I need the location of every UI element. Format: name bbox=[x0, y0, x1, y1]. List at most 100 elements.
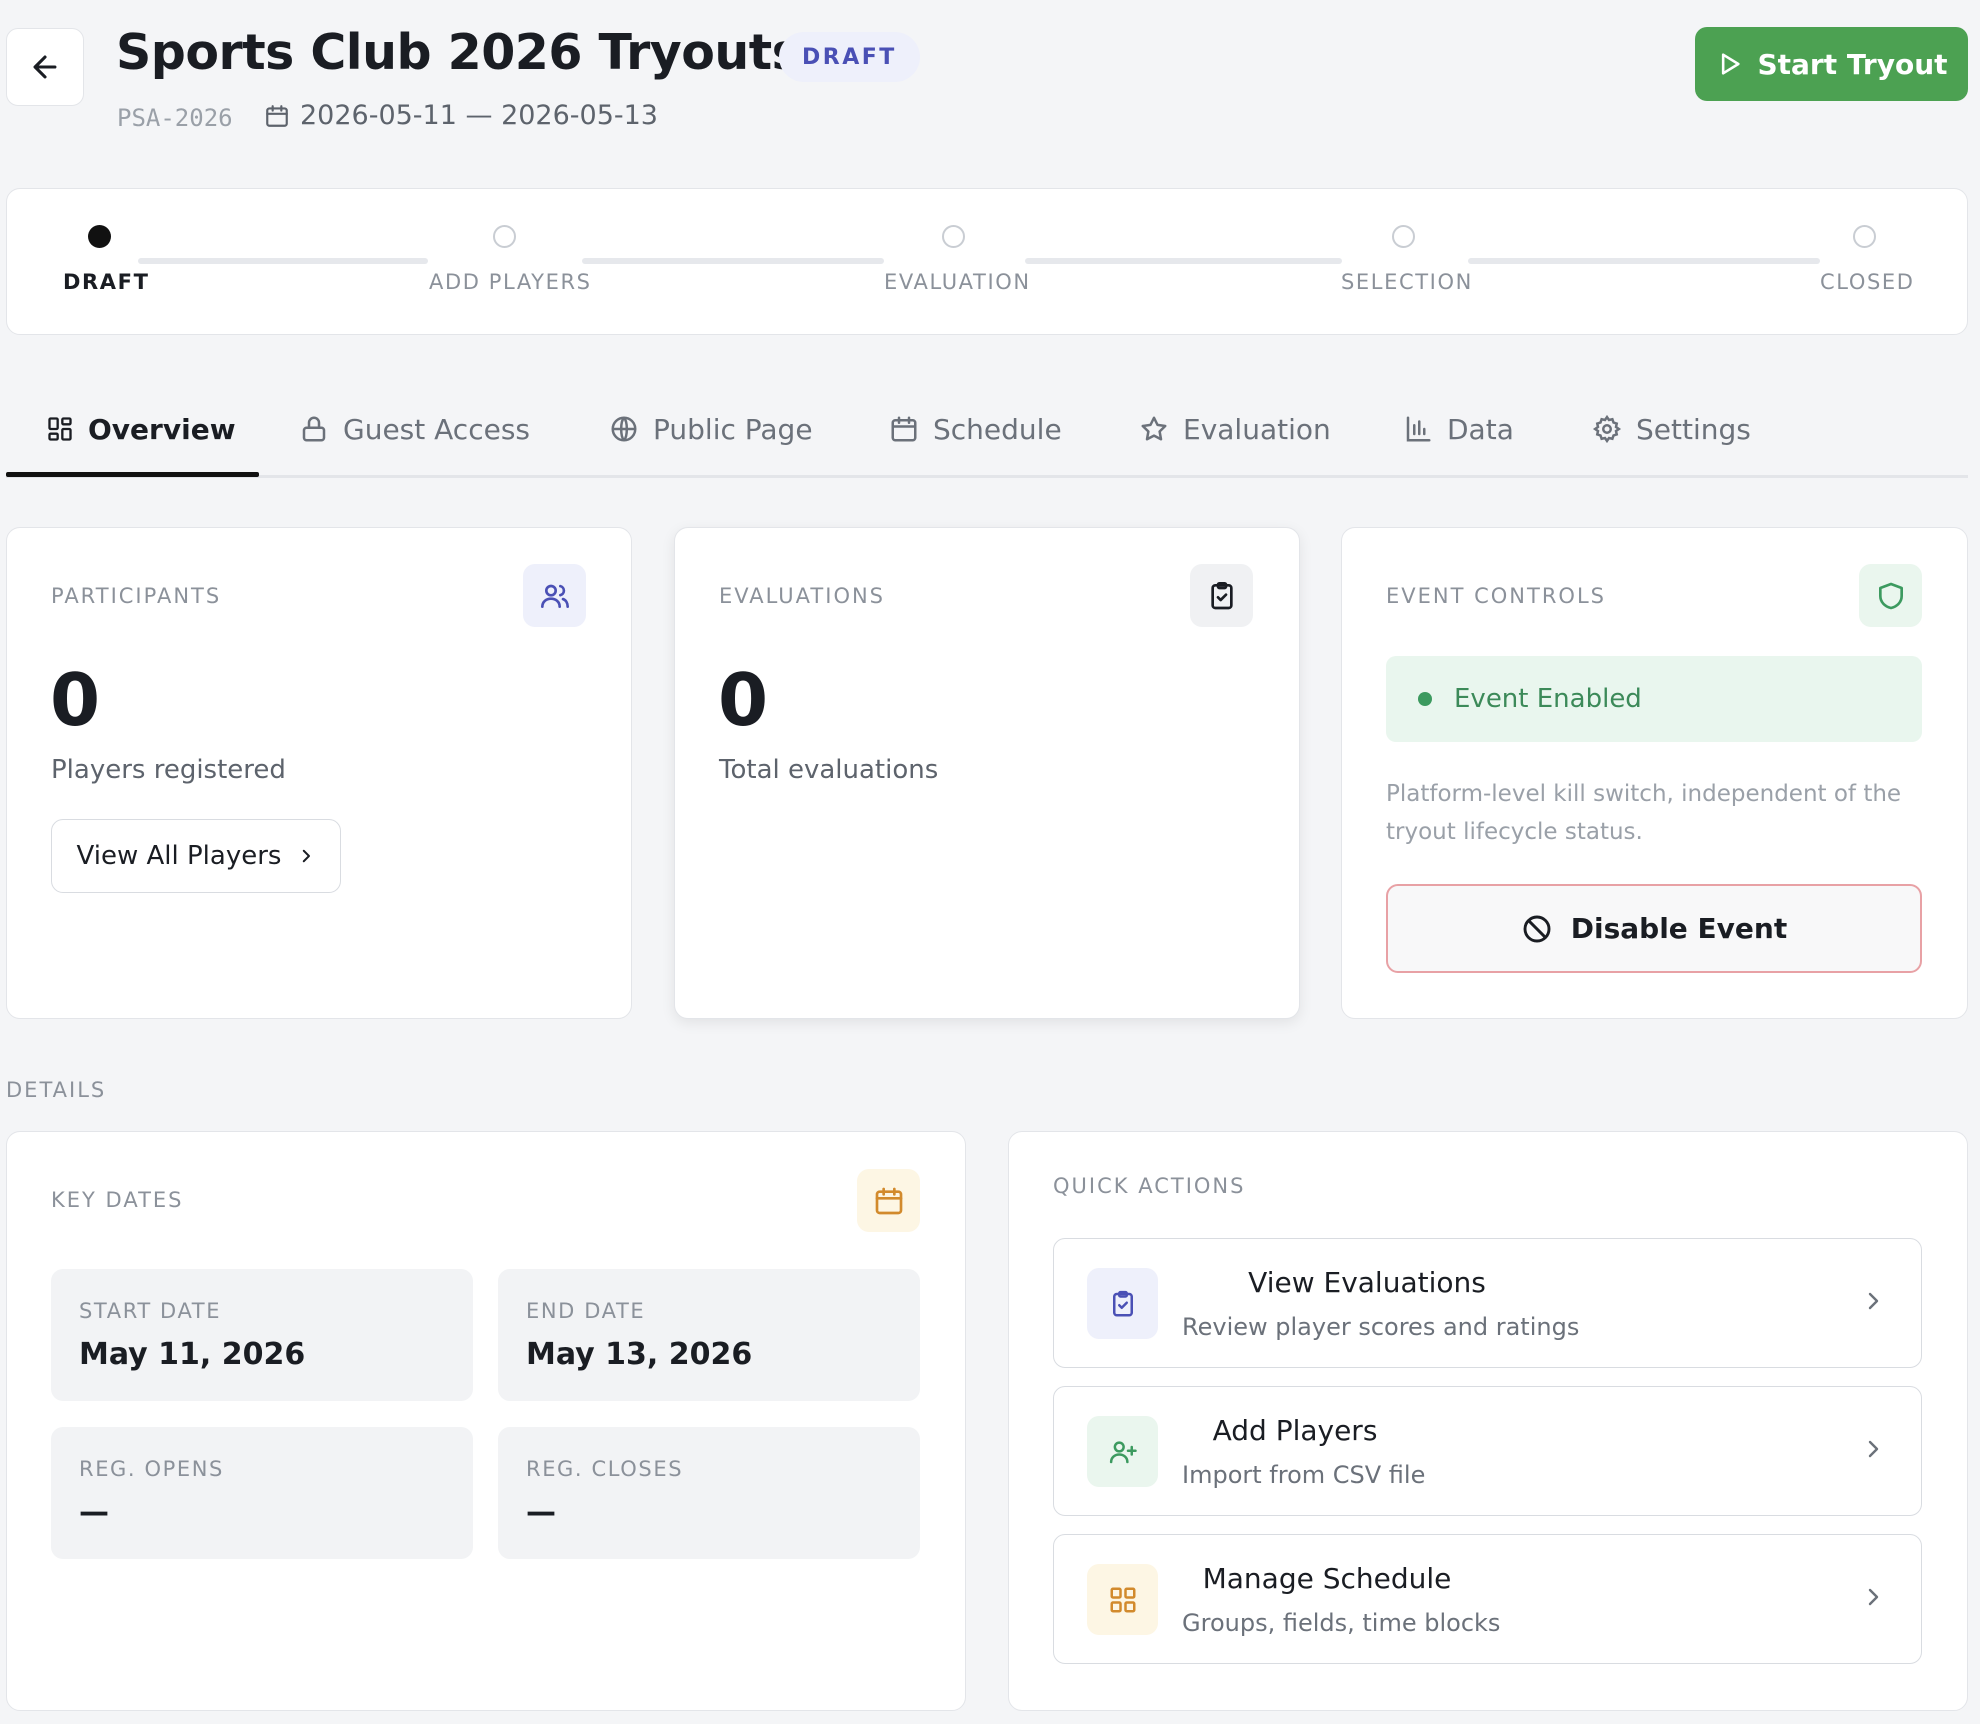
quick-actions-label: QUICK ACTIONS bbox=[1053, 1174, 1246, 1198]
status-badge: DRAFT bbox=[779, 32, 920, 82]
quick-action-icon-tile bbox=[1087, 1268, 1158, 1339]
quick-action-view-evaluations[interactable]: View Evaluations Review player scores an… bbox=[1053, 1238, 1922, 1368]
tab-schedule[interactable]: Schedule bbox=[889, 408, 1062, 450]
globe-icon bbox=[611, 416, 637, 442]
step-label-closed: CLOSED bbox=[1820, 270, 1915, 294]
reg-opens-tile: REG. OPENS — bbox=[51, 1427, 473, 1559]
step-dot-evaluation bbox=[942, 225, 965, 248]
step-label-draft: DRAFT bbox=[63, 270, 150, 294]
date-range-text: 2026-05-11 — 2026-05-13 bbox=[300, 100, 658, 131]
step-label-evaluation: EVALUATION bbox=[884, 270, 1031, 294]
active-tab-indicator bbox=[6, 472, 259, 477]
ban-icon bbox=[1523, 915, 1551, 942]
start-tryout-label: Start Tryout bbox=[1757, 47, 1948, 81]
tab-settings[interactable]: Settings bbox=[1592, 408, 1751, 450]
step-connector bbox=[1025, 258, 1342, 264]
view-all-players-label: View All Players bbox=[76, 841, 282, 871]
event-controls-note: Platform-level kill switch, independent … bbox=[1386, 781, 1902, 845]
details-section-label: DETAILS bbox=[6, 1078, 107, 1102]
chevron-right-icon bbox=[1868, 1440, 1879, 1458]
tab-evaluation-label: Evaluation bbox=[1183, 412, 1331, 446]
event-status-text: Event Enabled bbox=[1454, 684, 1642, 714]
participants-subtitle: Players registered bbox=[51, 755, 286, 785]
start-tryout-button[interactable]: Start Tryout bbox=[1695, 27, 1968, 101]
bar-chart-icon bbox=[1406, 416, 1431, 442]
step-dot-closed bbox=[1853, 225, 1876, 248]
star-icon bbox=[1141, 416, 1167, 441]
start-date-value: May 11, 2026 bbox=[79, 1337, 306, 1372]
step-label-add-players: ADD PLAYERS bbox=[429, 270, 592, 294]
gear-icon bbox=[1592, 414, 1622, 444]
chevron-right-icon bbox=[303, 849, 311, 863]
arrow-left-icon bbox=[33, 55, 57, 79]
tab-public-page-label: Public Page bbox=[653, 412, 813, 446]
tab-data[interactable]: Data bbox=[1403, 408, 1514, 450]
evaluations-subtitle: Total evaluations bbox=[719, 755, 939, 785]
date-range: 2026-05-11 — 2026-05-13 bbox=[264, 100, 658, 131]
clipboard-check-icon bbox=[1112, 1290, 1133, 1316]
view-all-players-button[interactable]: View All Players bbox=[51, 819, 341, 893]
disable-event-label: Disable Event bbox=[1570, 912, 1788, 945]
event-controls-label: EVENT CONTROLS bbox=[1386, 584, 1606, 608]
back-button[interactable] bbox=[6, 28, 84, 106]
evaluations-icon-tile bbox=[1190, 564, 1253, 627]
event-status-box: Event Enabled bbox=[1386, 656, 1922, 742]
reg-closes-tile: REG. CLOSES — bbox=[498, 1427, 920, 1559]
quick-action-icon-tile bbox=[1087, 1416, 1158, 1487]
clipboard-check-icon bbox=[1210, 581, 1233, 609]
step-dot-draft bbox=[88, 225, 111, 248]
reg-opens-label: REG. OPENS bbox=[79, 1457, 224, 1481]
participants-icon-tile bbox=[523, 564, 586, 627]
end-date-value: May 13, 2026 bbox=[526, 1337, 753, 1372]
participants-label: PARTICIPANTS bbox=[51, 584, 222, 608]
tab-schedule-label: Schedule bbox=[933, 412, 1062, 446]
quick-action-title: View Evaluations bbox=[1248, 1266, 1486, 1299]
page-title: Sports Club 2026 Tryouts bbox=[116, 24, 801, 81]
quick-action-description: Review player scores and ratings bbox=[1182, 1313, 1580, 1341]
quick-action-title: Add Players bbox=[1212, 1414, 1378, 1447]
step-label-selection: SELECTION bbox=[1341, 270, 1473, 294]
calendar-icon bbox=[891, 416, 917, 442]
users-icon bbox=[540, 584, 569, 608]
chevron-right-icon bbox=[1868, 1292, 1879, 1310]
quick-action-manage-schedule[interactable]: Manage Schedule Groups, fields, time blo… bbox=[1053, 1534, 1922, 1664]
key-dates-label: KEY DATES bbox=[51, 1188, 184, 1212]
reg-closes-value: — bbox=[526, 1495, 556, 1530]
end-date-tile: END DATE May 13, 2026 bbox=[498, 1269, 920, 1401]
step-connector bbox=[138, 258, 428, 264]
reg-opens-value: — bbox=[79, 1495, 109, 1530]
start-date-label: START DATE bbox=[79, 1299, 222, 1323]
key-dates-card bbox=[6, 1131, 966, 1711]
step-connector bbox=[582, 258, 884, 264]
grid-icon bbox=[1110, 1587, 1135, 1612]
calendar-icon bbox=[875, 1187, 902, 1214]
status-dot bbox=[1418, 692, 1432, 706]
shield-icon bbox=[1878, 582, 1903, 609]
evaluations-count: 0 bbox=[718, 658, 769, 742]
event-controls-icon-tile bbox=[1859, 564, 1922, 627]
quick-action-add-players[interactable]: Add Players Import from CSV file bbox=[1053, 1386, 1922, 1516]
tab-overview[interactable]: Overview bbox=[46, 408, 236, 450]
tab-overview-label: Overview bbox=[88, 412, 236, 446]
quick-action-description: Import from CSV file bbox=[1182, 1461, 1426, 1489]
step-connector bbox=[1468, 258, 1820, 264]
chevron-right-icon bbox=[1868, 1588, 1879, 1606]
reg-closes-label: REG. CLOSES bbox=[526, 1457, 684, 1481]
disable-event-button[interactable]: Disable Event bbox=[1386, 884, 1922, 973]
evaluations-label: EVALUATIONS bbox=[719, 584, 886, 608]
calendar-icon bbox=[266, 104, 288, 127]
tab-settings-label: Settings bbox=[1636, 412, 1751, 446]
user-plus-icon bbox=[1109, 1440, 1137, 1463]
key-dates-icon-tile bbox=[857, 1169, 920, 1232]
step-dot-add-players bbox=[493, 225, 516, 248]
tab-data-label: Data bbox=[1447, 412, 1514, 446]
quick-action-icon-tile bbox=[1087, 1564, 1158, 1635]
end-date-label: END DATE bbox=[526, 1299, 646, 1323]
tab-public-page[interactable]: Public Page bbox=[609, 408, 813, 450]
tab-guest-access[interactable]: Guest Access bbox=[299, 408, 530, 450]
tab-evaluation[interactable]: Evaluation bbox=[1139, 408, 1331, 450]
start-date-tile: START DATE May 11, 2026 bbox=[51, 1269, 473, 1401]
quick-action-title: Manage Schedule bbox=[1202, 1562, 1452, 1595]
step-dot-selection bbox=[1392, 225, 1415, 248]
participants-count: 0 bbox=[50, 658, 101, 742]
